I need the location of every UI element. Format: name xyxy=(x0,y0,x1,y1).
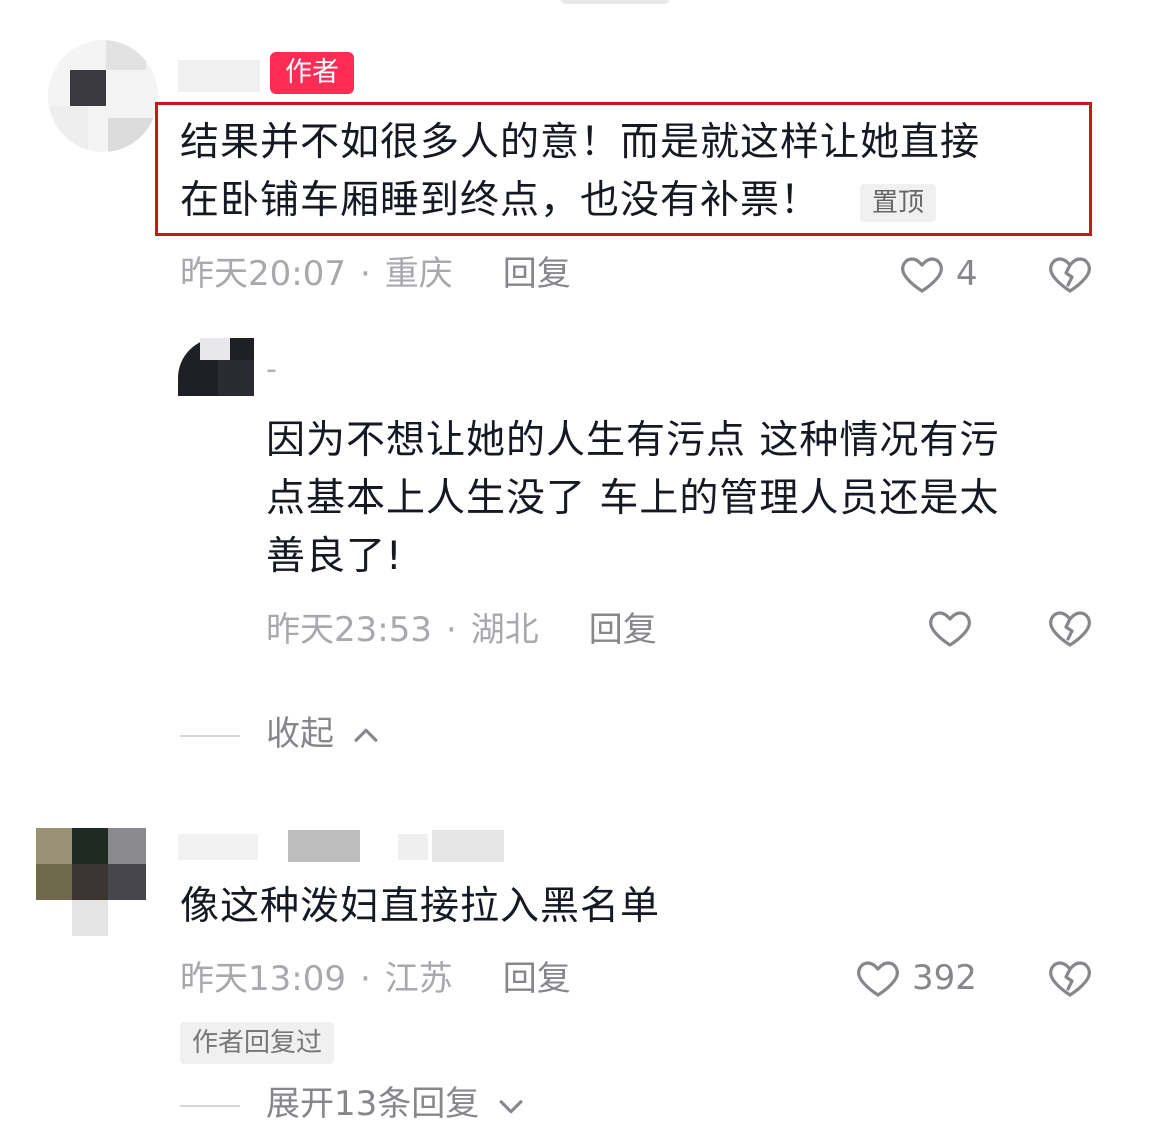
username-blurred[interactable] xyxy=(178,60,260,92)
comment-meta: 昨天13:09 · 江苏 回复 xyxy=(180,955,571,1003)
avatar[interactable] xyxy=(36,812,146,936)
avatar[interactable] xyxy=(178,338,254,396)
reply-text-line: 善良了! xyxy=(266,534,403,579)
comment-time: 昨天20:07 xyxy=(180,254,346,294)
reply-location: 湖北 xyxy=(470,610,539,650)
reply-text-line: 点基本上人生没了 车上的管理人员还是太 xyxy=(266,476,1000,521)
expand-replies-button[interactable]: 展开13条回复 xyxy=(180,1080,528,1128)
avatar[interactable] xyxy=(48,40,158,152)
chevron-down-icon xyxy=(499,1099,523,1113)
broken-heart-icon xyxy=(1049,257,1091,293)
top-cropped-text xyxy=(560,0,670,4)
comment-meta: 昨天20:07 · 重庆 回复 xyxy=(180,250,571,298)
reply-button[interactable]: 回复 xyxy=(503,254,571,294)
chevron-up-icon xyxy=(354,728,378,742)
comment-text: 像这种泼妇直接拉入黑名单 xyxy=(180,884,661,929)
author-badge: 作者 xyxy=(270,52,354,94)
heart-icon xyxy=(901,257,943,293)
broken-heart-icon xyxy=(1049,961,1091,997)
comment-text: 结果并不如很多人的意！而是就这样让她直接 在卧铺车厢睡到终点，也没有补票！ 置顶 xyxy=(180,114,1090,230)
comment-location: 江苏 xyxy=(384,959,453,999)
comment-text-line: 结果并不如很多人的意！而是就这样让她直接 xyxy=(180,120,981,165)
broken-heart-icon xyxy=(1049,611,1091,647)
separator-dot: · xyxy=(359,959,371,999)
like-count: 4 xyxy=(956,254,978,294)
divider-line xyxy=(180,734,240,737)
comment-text-line: 在卧铺车厢睡到终点，也没有补票！ 置顶 xyxy=(180,172,1090,230)
collapse-label: 收起 xyxy=(266,714,334,754)
expand-label: 展开13条回复 xyxy=(266,1084,480,1124)
reply-username-mark[interactable]: - xyxy=(266,352,277,387)
like-count: 392 xyxy=(912,958,977,998)
reply-button[interactable]: 回复 xyxy=(503,959,571,999)
dislike-button[interactable] xyxy=(1046,604,1094,652)
dislike-button[interactable] xyxy=(1046,954,1094,1002)
pinned-badge: 置顶 xyxy=(860,183,937,222)
reply-text-line: 因为不想让她的人生有污点 这种情况有污 xyxy=(266,418,1000,463)
heart-icon xyxy=(857,961,899,997)
dislike-button[interactable] xyxy=(1046,250,1094,298)
collapse-replies-button[interactable]: 收起 xyxy=(180,710,383,758)
reply-text: 因为不想让她的人生有污点 这种情况有污 点基本上人生没了 车上的管理人员还是太 … xyxy=(266,412,1096,586)
like-button[interactable] xyxy=(926,604,974,652)
reply-time: 昨天23:53 xyxy=(266,610,432,650)
author-replied-badge: 作者回复过 xyxy=(180,1022,335,1064)
username-blurred[interactable] xyxy=(178,830,598,864)
heart-icon xyxy=(929,611,971,647)
like-button[interactable]: 4 xyxy=(898,248,988,300)
comment-time: 昨天13:09 xyxy=(180,959,346,999)
reply-meta: 昨天23:53 · 湖北 回复 xyxy=(266,606,657,654)
separator-dot: · xyxy=(445,610,457,650)
divider-line xyxy=(180,1104,240,1107)
comment-location: 重庆 xyxy=(384,254,453,294)
separator-dot: · xyxy=(359,254,371,294)
like-button[interactable]: 392 xyxy=(854,954,984,1006)
reply-button[interactable]: 回复 xyxy=(589,610,657,650)
